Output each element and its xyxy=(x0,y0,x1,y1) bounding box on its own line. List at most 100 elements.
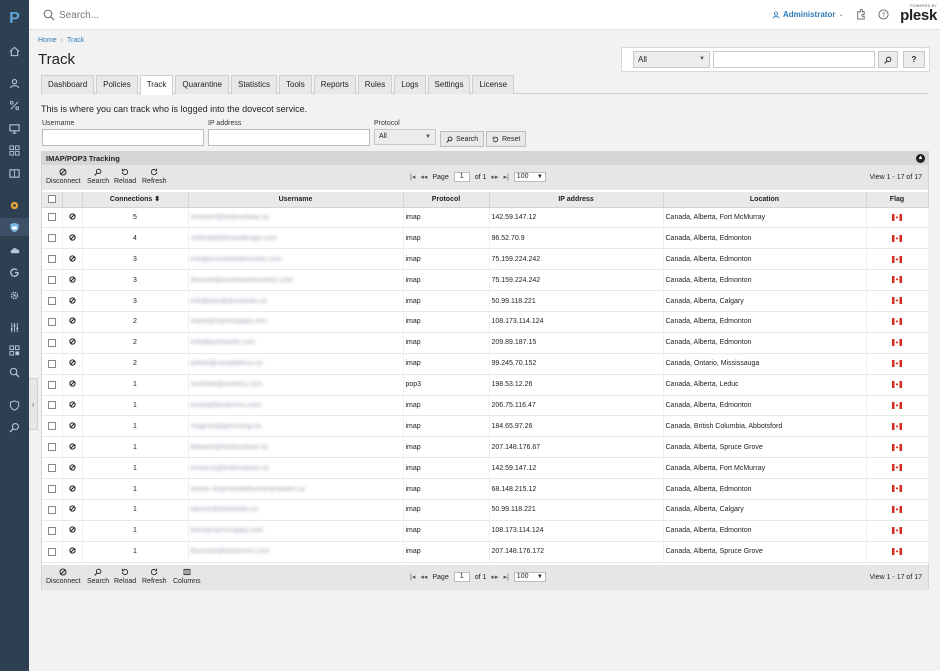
home-icon[interactable] xyxy=(0,42,29,60)
row-checkbox[interactable] xyxy=(47,276,56,285)
tab-policies[interactable]: Policies xyxy=(96,75,138,94)
column-header-flag[interactable]: Flag xyxy=(866,192,929,208)
search-button[interactable]: Search xyxy=(87,168,109,185)
page-number-input[interactable]: 1 xyxy=(453,172,470,182)
table-row[interactable]: 2 tracie@mymrsupply.com imap 108.173.114.12… xyxy=(42,311,929,333)
table-row[interactable]: 1 magnus@grimoring.ca imap 184.65.97.26 Cana… xyxy=(42,415,929,438)
quick-search-button[interactable] xyxy=(878,51,898,68)
row-checkbox[interactable] xyxy=(47,485,56,494)
user-menu[interactable]: Administrator ⌄ xyxy=(772,10,843,19)
disconnect-icon[interactable] xyxy=(68,296,76,304)
breadcrumb-home[interactable]: Home xyxy=(38,37,57,44)
grid-icon[interactable] xyxy=(0,341,29,359)
help-icon[interactable]: ? xyxy=(878,9,889,20)
tab-quarantine[interactable]: Quarantine xyxy=(175,75,230,94)
apps-icon[interactable] xyxy=(0,141,29,159)
filter-search-button[interactable]: Search xyxy=(440,131,485,147)
extensions-icon[interactable] xyxy=(855,9,866,20)
row-checkbox[interactable] xyxy=(47,338,56,347)
sidebar-collapse-handle[interactable]: › xyxy=(29,378,38,430)
disconnect-icon[interactable] xyxy=(68,463,76,471)
disconnect-icon[interactable] xyxy=(68,484,76,492)
disconnect-icon[interactable] xyxy=(68,505,76,513)
next-page-icon[interactable]: ▸▸ xyxy=(491,573,498,581)
column-header-connections[interactable]: Connections ⬍ xyxy=(82,192,189,208)
book-icon[interactable] xyxy=(0,164,29,182)
prev-page-icon[interactable]: ◂◂ xyxy=(420,173,427,181)
table-row[interactable]: 3 desiree@ecoclearedmonton.com imap 75.159.… xyxy=(42,269,929,292)
tab-license[interactable]: License xyxy=(472,75,515,94)
disconnect-icon[interactable] xyxy=(68,422,76,429)
row-checkbox[interactable] xyxy=(47,317,56,326)
columns-button[interactable]: Columns xyxy=(173,568,201,585)
breadcrumb-current[interactable]: Track xyxy=(67,37,84,44)
row-checkbox[interactable] xyxy=(47,255,56,264)
table-row[interactable]: 5 mmoser@tindmodular.ca imap 142.59.147.12 C… xyxy=(42,207,929,229)
disconnect-icon[interactable] xyxy=(68,275,76,283)
row-checkbox[interactable] xyxy=(47,380,56,389)
per-page-select[interactable]: 100 ▼ xyxy=(513,172,546,182)
tab-rules[interactable]: Rules xyxy=(357,75,393,94)
row-checkbox[interactable] xyxy=(47,464,56,473)
quick-search-input[interactable] xyxy=(713,51,875,68)
user-icon[interactable] xyxy=(0,74,29,92)
search-scope-select[interactable]: All ▼ xyxy=(633,51,710,68)
last-page-icon[interactable]: ▸| xyxy=(503,573,508,581)
row-checkbox[interactable] xyxy=(47,505,56,514)
reload-button[interactable]: Reload xyxy=(114,168,136,185)
global-search-input[interactable] xyxy=(59,8,359,23)
row-checkbox[interactable] xyxy=(47,526,56,535)
username-filter-input[interactable] xyxy=(42,129,204,146)
disconnect-icon[interactable] xyxy=(68,213,76,220)
table-row[interactable]: 2 anthel@canadafrica.ca imap 99.245.70.152 C… xyxy=(42,353,929,375)
next-page-icon[interactable]: ▸▸ xyxy=(491,173,498,181)
percent-icon[interactable] xyxy=(0,96,29,114)
table-row[interactable]: 1 ffournier@bimterrors.com imap 207.148.176… xyxy=(42,541,929,563)
page-number-input[interactable]: 1 xyxy=(453,572,470,582)
zoom-icon[interactable] xyxy=(0,363,29,381)
plesk-p-logo[interactable]: P xyxy=(0,8,29,30)
tab-settings[interactable]: Settings xyxy=(427,75,471,94)
search-icon[interactable] xyxy=(0,418,29,436)
disconnect-icon[interactable] xyxy=(68,338,76,345)
row-checkbox[interactable] xyxy=(47,443,56,452)
column-header-location[interactable]: Location xyxy=(663,192,867,208)
filter-reset-button[interactable]: Reset xyxy=(486,131,527,147)
tab-statistics[interactable]: Statistics xyxy=(231,75,278,94)
table-row[interactable]: 1 mmorris@tindmodular.ca imap 142.59.147.12… xyxy=(42,457,929,480)
disconnect-icon[interactable] xyxy=(68,443,76,450)
table-row[interactable]: 3 info@axe@driswerke.ca imap 50.99.118.221 C… xyxy=(42,290,929,312)
ip-filter-input[interactable] xyxy=(208,129,370,146)
table-row[interactable]: 2 info@purehartis.com imap 209.89.187.15 Can… xyxy=(42,332,929,354)
table-row[interactable]: 4 melinda@deusedesign.com imap 96.52.70.9 Ca… xyxy=(42,227,929,250)
column-header-username[interactable]: Username xyxy=(188,192,404,208)
column-header-ip-address[interactable]: IP address xyxy=(489,192,664,208)
tab-track[interactable]: Track xyxy=(139,75,174,95)
row-checkbox[interactable] xyxy=(47,297,56,305)
row-checkbox[interactable] xyxy=(47,213,56,222)
row-checkbox[interactable] xyxy=(47,359,56,368)
row-checkbox[interactable] xyxy=(47,401,56,410)
disconnect-icon[interactable] xyxy=(68,234,76,241)
quick-search-help-button[interactable]: ? xyxy=(903,51,925,68)
tab-logs[interactable]: Logs xyxy=(394,75,426,94)
cloud-icon[interactable] xyxy=(0,241,29,259)
row-checkbox[interactable] xyxy=(47,422,56,431)
tab-reports[interactable]: Reports xyxy=(313,75,356,94)
first-page-icon[interactable]: |◂ xyxy=(410,573,415,581)
disconnect-icon[interactable] xyxy=(68,359,76,366)
disconnect-button[interactable]: Disconnect xyxy=(46,168,81,185)
protocol-filter-select[interactable]: All ▼ xyxy=(374,129,436,145)
refresh-button[interactable]: Refresh xyxy=(142,568,167,585)
select-all-checkbox[interactable] xyxy=(47,195,56,204)
monitor-icon[interactable] xyxy=(0,119,29,137)
table-row[interactable]: 1 cruza@bimterrors.com imap 206.75.116.47 Ca… xyxy=(42,395,929,417)
collapse-panel-icon[interactable]: ▲ xyxy=(916,154,925,163)
first-page-icon[interactable]: |◂ xyxy=(410,173,415,181)
disconnect-button[interactable]: Disconnect xyxy=(46,568,81,585)
disconnect-icon[interactable] xyxy=(68,255,76,262)
gear-icon[interactable] xyxy=(0,286,29,304)
row-checkbox[interactable] xyxy=(47,234,56,243)
sliders-icon[interactable] xyxy=(0,318,29,336)
last-page-icon[interactable]: ▸| xyxy=(503,173,508,181)
